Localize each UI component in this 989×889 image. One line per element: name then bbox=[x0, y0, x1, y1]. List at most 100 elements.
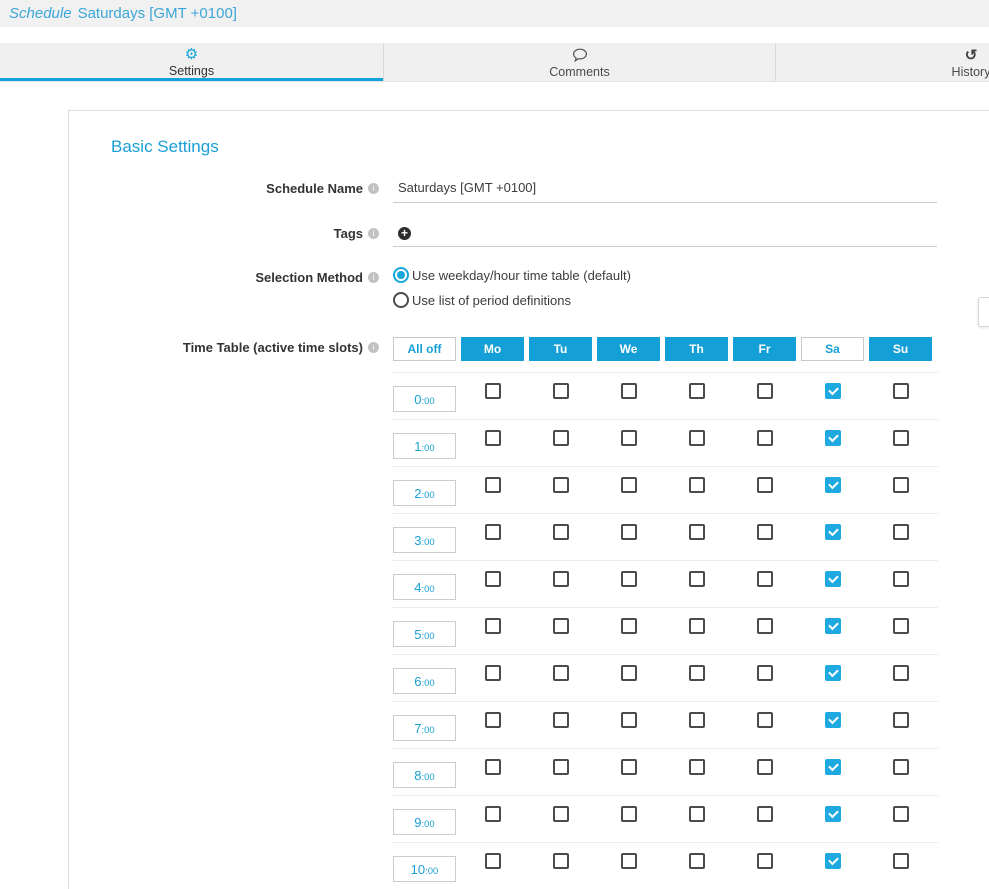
timeslot-checkbox-th-8[interactable] bbox=[689, 759, 705, 775]
timeslot-checkbox-sa-3[interactable] bbox=[825, 524, 841, 540]
timeslot-checkbox-tu-9[interactable] bbox=[553, 806, 569, 822]
timeslot-checkbox-su-0[interactable] bbox=[893, 383, 909, 399]
timeslot-checkbox-tu-0[interactable] bbox=[553, 383, 569, 399]
timeslot-checkbox-sa-10[interactable] bbox=[825, 853, 841, 869]
timeslot-checkbox-th-5[interactable] bbox=[689, 618, 705, 634]
hour-toggle-8[interactable]: 8:00 bbox=[393, 762, 456, 788]
hour-toggle-9[interactable]: 9:00 bbox=[393, 809, 456, 835]
timeslot-checkbox-fr-10[interactable] bbox=[757, 853, 773, 869]
timeslot-checkbox-fr-7[interactable] bbox=[757, 712, 773, 728]
timeslot-checkbox-we-10[interactable] bbox=[621, 853, 637, 869]
radio-option-periods[interactable]: Use list of period definitions bbox=[393, 292, 937, 308]
timeslot-checkbox-we-6[interactable] bbox=[621, 665, 637, 681]
timeslot-checkbox-sa-0[interactable] bbox=[825, 383, 841, 399]
timeslot-checkbox-mo-10[interactable] bbox=[485, 853, 501, 869]
hour-toggle-0[interactable]: 0:00 bbox=[393, 386, 456, 412]
timeslot-checkbox-we-7[interactable] bbox=[621, 712, 637, 728]
timeslot-checkbox-su-7[interactable] bbox=[893, 712, 909, 728]
timeslot-checkbox-sa-4[interactable] bbox=[825, 571, 841, 587]
timeslot-checkbox-we-5[interactable] bbox=[621, 618, 637, 634]
timeslot-checkbox-mo-7[interactable] bbox=[485, 712, 501, 728]
info-icon[interactable] bbox=[368, 183, 379, 194]
timeslot-checkbox-sa-9[interactable] bbox=[825, 806, 841, 822]
hour-toggle-1[interactable]: 1:00 bbox=[393, 433, 456, 459]
timeslot-checkbox-sa-5[interactable] bbox=[825, 618, 841, 634]
timeslot-checkbox-tu-6[interactable] bbox=[553, 665, 569, 681]
timeslot-checkbox-we-8[interactable] bbox=[621, 759, 637, 775]
timeslot-checkbox-fr-4[interactable] bbox=[757, 571, 773, 587]
timeslot-checkbox-we-0[interactable] bbox=[621, 383, 637, 399]
timeslot-checkbox-we-4[interactable] bbox=[621, 571, 637, 587]
timeslot-checkbox-mo-9[interactable] bbox=[485, 806, 501, 822]
timeslot-checkbox-fr-5[interactable] bbox=[757, 618, 773, 634]
hour-toggle-3[interactable]: 3:00 bbox=[393, 527, 456, 553]
timeslot-checkbox-tu-8[interactable] bbox=[553, 759, 569, 775]
timeslot-checkbox-mo-4[interactable] bbox=[485, 571, 501, 587]
timeslot-checkbox-mo-8[interactable] bbox=[485, 759, 501, 775]
timeslot-checkbox-su-1[interactable] bbox=[893, 430, 909, 446]
timeslot-checkbox-su-8[interactable] bbox=[893, 759, 909, 775]
timeslot-checkbox-su-5[interactable] bbox=[893, 618, 909, 634]
timeslot-checkbox-tu-1[interactable] bbox=[553, 430, 569, 446]
timeslot-checkbox-th-7[interactable] bbox=[689, 712, 705, 728]
timeslot-checkbox-mo-5[interactable] bbox=[485, 618, 501, 634]
timeslot-checkbox-fr-2[interactable] bbox=[757, 477, 773, 493]
timeslot-checkbox-su-2[interactable] bbox=[893, 477, 909, 493]
timeslot-checkbox-su-9[interactable] bbox=[893, 806, 909, 822]
timeslot-checkbox-th-4[interactable] bbox=[689, 571, 705, 587]
timeslot-checkbox-sa-7[interactable] bbox=[825, 712, 841, 728]
timeslot-checkbox-fr-6[interactable] bbox=[757, 665, 773, 681]
timeslot-checkbox-mo-3[interactable] bbox=[485, 524, 501, 540]
timeslot-checkbox-mo-0[interactable] bbox=[485, 383, 501, 399]
timeslot-checkbox-tu-5[interactable] bbox=[553, 618, 569, 634]
timeslot-checkbox-tu-2[interactable] bbox=[553, 477, 569, 493]
timeslot-checkbox-su-3[interactable] bbox=[893, 524, 909, 540]
timeslot-checkbox-th-6[interactable] bbox=[689, 665, 705, 681]
radio-unselected-icon[interactable] bbox=[393, 292, 409, 308]
timeslot-checkbox-sa-8[interactable] bbox=[825, 759, 841, 775]
info-icon[interactable] bbox=[368, 342, 379, 353]
hour-toggle-7[interactable]: 7:00 bbox=[393, 715, 456, 741]
timeslot-checkbox-sa-1[interactable] bbox=[825, 430, 841, 446]
timeslot-checkbox-su-10[interactable] bbox=[893, 853, 909, 869]
schedule-name-input[interactable]: Saturdays [GMT +0100] bbox=[393, 178, 937, 203]
timeslot-checkbox-sa-2[interactable] bbox=[825, 477, 841, 493]
day-toggle-we[interactable]: We bbox=[597, 337, 660, 361]
timeslot-checkbox-tu-4[interactable] bbox=[553, 571, 569, 587]
all-off-button[interactable]: All off bbox=[393, 337, 456, 361]
side-panel-handle[interactable] bbox=[978, 297, 989, 327]
day-toggle-th[interactable]: Th bbox=[665, 337, 728, 361]
timeslot-checkbox-th-0[interactable] bbox=[689, 383, 705, 399]
timeslot-checkbox-th-9[interactable] bbox=[689, 806, 705, 822]
timeslot-checkbox-fr-8[interactable] bbox=[757, 759, 773, 775]
timeslot-checkbox-su-6[interactable] bbox=[893, 665, 909, 681]
add-tag-icon[interactable] bbox=[398, 227, 411, 240]
day-toggle-fr[interactable]: Fr bbox=[733, 337, 796, 361]
timeslot-checkbox-tu-7[interactable] bbox=[553, 712, 569, 728]
tab-history[interactable]: ↺ History bbox=[775, 43, 989, 81]
tab-settings[interactable]: ⚙ Settings bbox=[0, 43, 383, 81]
info-icon[interactable] bbox=[368, 272, 379, 283]
timeslot-checkbox-we-2[interactable] bbox=[621, 477, 637, 493]
timeslot-checkbox-we-9[interactable] bbox=[621, 806, 637, 822]
timeslot-checkbox-sa-6[interactable] bbox=[825, 665, 841, 681]
hour-toggle-5[interactable]: 5:00 bbox=[393, 621, 456, 647]
timeslot-checkbox-mo-1[interactable] bbox=[485, 430, 501, 446]
timeslot-checkbox-we-1[interactable] bbox=[621, 430, 637, 446]
timeslot-checkbox-fr-3[interactable] bbox=[757, 524, 773, 540]
radio-option-timetable[interactable]: Use weekday/hour time table (default) bbox=[393, 267, 937, 283]
timeslot-checkbox-mo-2[interactable] bbox=[485, 477, 501, 493]
timeslot-checkbox-tu-10[interactable] bbox=[553, 853, 569, 869]
timeslot-checkbox-th-2[interactable] bbox=[689, 477, 705, 493]
timeslot-checkbox-th-1[interactable] bbox=[689, 430, 705, 446]
day-toggle-su[interactable]: Su bbox=[869, 337, 932, 361]
timeslot-checkbox-mo-6[interactable] bbox=[485, 665, 501, 681]
timeslot-checkbox-fr-9[interactable] bbox=[757, 806, 773, 822]
timeslot-checkbox-tu-3[interactable] bbox=[553, 524, 569, 540]
hour-toggle-2[interactable]: 2:00 bbox=[393, 480, 456, 506]
day-toggle-sa[interactable]: Sa bbox=[801, 337, 864, 361]
timeslot-checkbox-fr-1[interactable] bbox=[757, 430, 773, 446]
day-toggle-tu[interactable]: Tu bbox=[529, 337, 592, 361]
hour-toggle-10[interactable]: 10:00 bbox=[393, 856, 456, 882]
hour-toggle-6[interactable]: 6:00 bbox=[393, 668, 456, 694]
